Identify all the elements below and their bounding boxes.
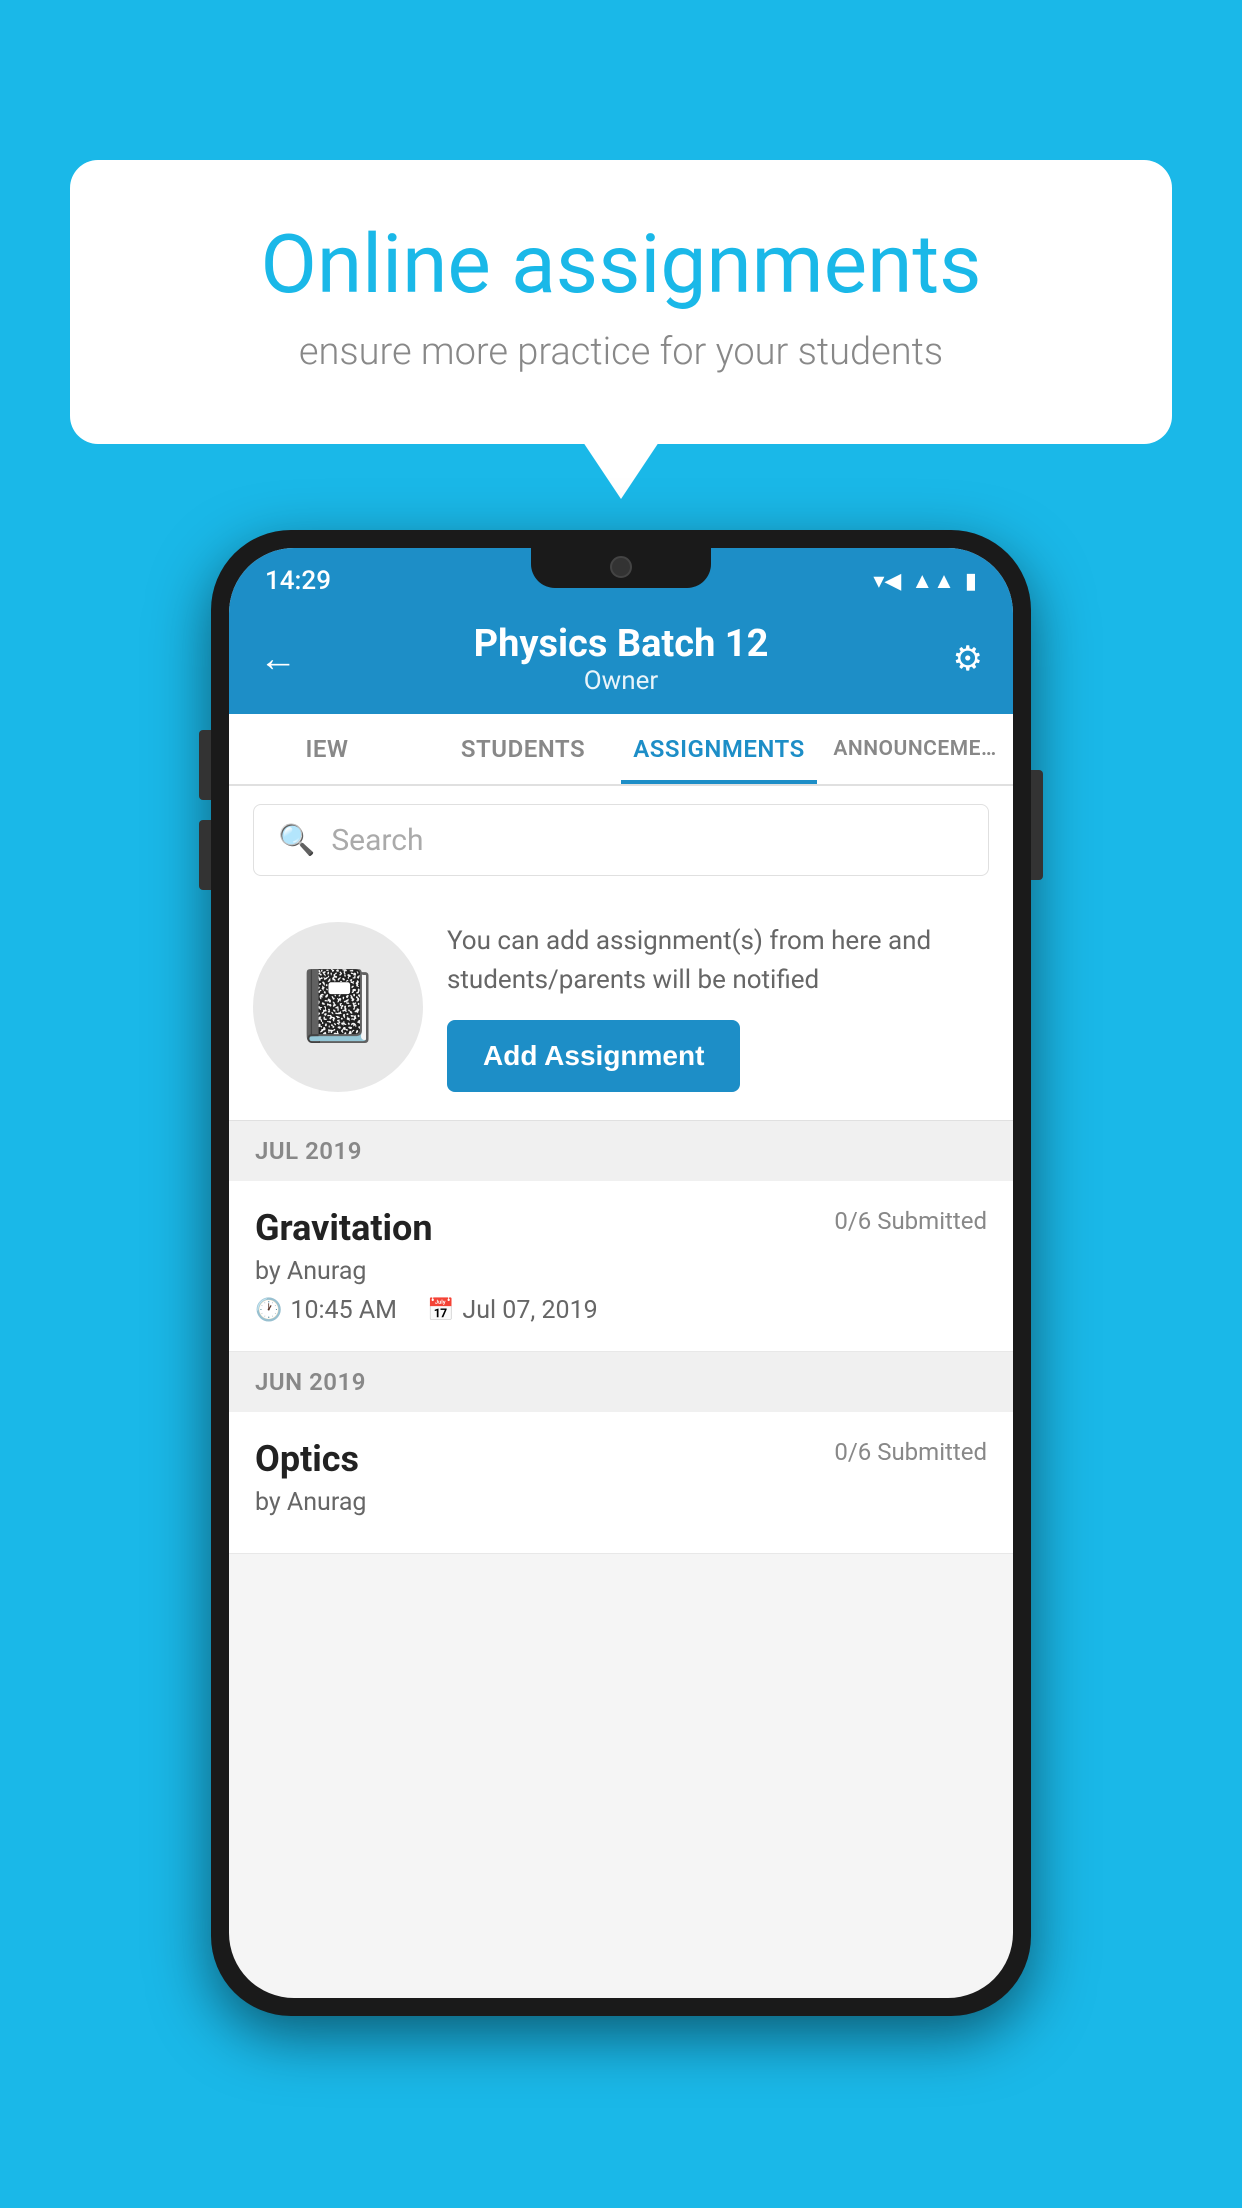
assignment-submitted-optics: 0/6 Submitted	[834, 1438, 987, 1466]
assignment-item-optics[interactable]: Optics 0/6 Submitted by Anurag	[229, 1412, 1013, 1554]
volume-down-button[interactable]	[199, 820, 211, 890]
assignment-by-gravitation: by Anurag	[255, 1257, 987, 1286]
status-time: 14:29	[265, 566, 331, 596]
calendar-icon: 📅	[427, 1298, 454, 1323]
section-header-jun2019: JUN 2019	[229, 1352, 1013, 1412]
power-button[interactable]	[1031, 770, 1043, 880]
back-button[interactable]: ←	[259, 637, 319, 681]
promo-icon-circle: 📓	[253, 922, 423, 1092]
speech-bubble-subtitle: ensure more practice for your students	[150, 330, 1092, 374]
assignment-item-gravitation[interactable]: Gravitation 0/6 Submitted by Anurag 🕐 10…	[229, 1181, 1013, 1352]
meta-time-gravitation: 🕐 10:45 AM	[255, 1296, 397, 1325]
speech-bubble-container: Online assignments ensure more practice …	[70, 160, 1172, 444]
assignment-row-top: Gravitation 0/6 Submitted	[255, 1207, 987, 1249]
app-bar-title: Physics Batch 12	[319, 622, 923, 666]
status-icons: ▾◀ ▲▲ ▮	[873, 568, 977, 594]
assignment-date-gravitation: Jul 07, 2019	[462, 1296, 597, 1325]
app-bar: ← Physics Batch 12 Owner ⚙	[229, 604, 1013, 714]
speech-bubble-title: Online assignments	[150, 220, 1092, 310]
search-placeholder: Search	[331, 823, 423, 858]
add-assignment-button[interactable]: Add Assignment	[447, 1020, 740, 1092]
phone-wrapper: 14:29 ▾◀ ▲▲ ▮ ← Physics Batch 12 Owner ⚙	[211, 530, 1031, 2016]
assignment-submitted-gravitation: 0/6 Submitted	[834, 1207, 987, 1235]
assignment-row-top-optics: Optics 0/6 Submitted	[255, 1438, 987, 1480]
assignment-time-gravitation: 10:45 AM	[290, 1296, 397, 1325]
phone-notch	[531, 548, 711, 588]
signal-icon: ▲▲	[911, 568, 955, 594]
front-camera	[610, 556, 632, 578]
tab-students[interactable]: STUDENTS	[425, 714, 621, 784]
speech-bubble: Online assignments ensure more practice …	[70, 160, 1172, 444]
battery-icon: ▮	[965, 569, 977, 594]
tab-assignments[interactable]: ASSIGNMENTS	[621, 714, 817, 784]
app-bar-subtitle: Owner	[319, 666, 923, 696]
section-header-jul2019: JUL 2019	[229, 1121, 1013, 1181]
assignment-title-optics: Optics	[255, 1438, 359, 1480]
notebook-icon: 📓	[294, 966, 381, 1048]
phone-side-buttons-right	[1031, 770, 1043, 880]
phone-outer: 14:29 ▾◀ ▲▲ ▮ ← Physics Batch 12 Owner ⚙	[211, 530, 1031, 2016]
phone-screen: 14:29 ▾◀ ▲▲ ▮ ← Physics Batch 12 Owner ⚙	[229, 548, 1013, 1998]
volume-up-button[interactable]	[199, 730, 211, 800]
search-bar[interactable]: 🔍 Search	[253, 804, 989, 876]
assignment-meta-gravitation: 🕐 10:45 AM 📅 Jul 07, 2019	[255, 1296, 987, 1325]
search-icon: 🔍	[278, 823, 315, 858]
wifi-icon: ▾◀	[873, 569, 901, 594]
promo-content: You can add assignment(s) from here and …	[447, 922, 989, 1092]
clock-icon: 🕐	[255, 1298, 282, 1323]
tabs-bar: IEW STUDENTS ASSIGNMENTS ANNOUNCEME…	[229, 714, 1013, 786]
promo-text: You can add assignment(s) from here and …	[447, 922, 989, 1000]
assignment-title-gravitation: Gravitation	[255, 1207, 433, 1249]
tab-iew[interactable]: IEW	[229, 714, 425, 784]
settings-button[interactable]: ⚙	[923, 639, 983, 679]
tab-announcements[interactable]: ANNOUNCEME…	[817, 714, 1013, 784]
app-bar-title-section: Physics Batch 12 Owner	[319, 622, 923, 696]
phone-side-buttons-left	[199, 730, 211, 890]
meta-date-gravitation: 📅 Jul 07, 2019	[427, 1296, 598, 1325]
add-assignment-promo: 📓 You can add assignment(s) from here an…	[229, 894, 1013, 1121]
assignment-by-optics: by Anurag	[255, 1488, 987, 1517]
search-container: 🔍 Search	[229, 786, 1013, 894]
